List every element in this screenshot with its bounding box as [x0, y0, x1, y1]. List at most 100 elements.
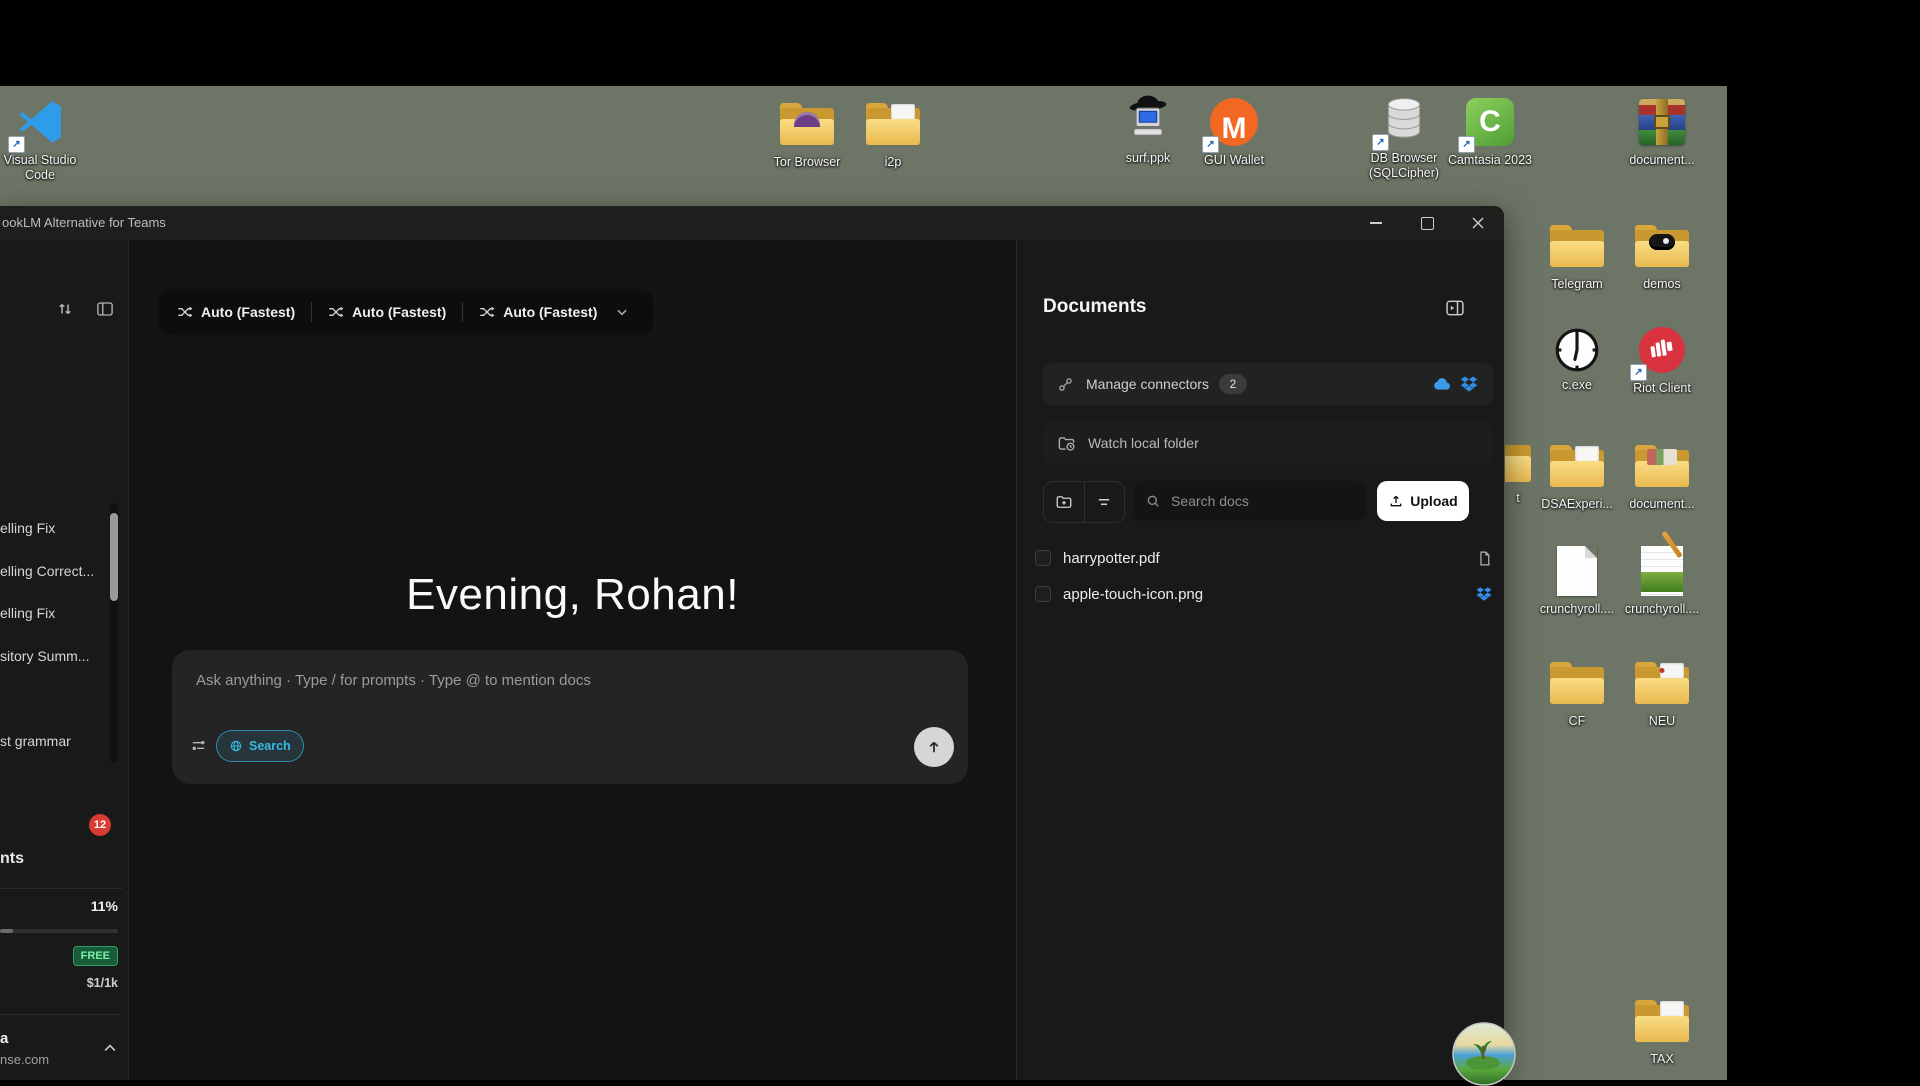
desktop-icon-c-exe[interactable]: c.exe: [1533, 325, 1621, 393]
composer-settings-icon[interactable]: [190, 737, 207, 754]
account-name[interactable]: a: [0, 1030, 8, 1047]
putty-spy-icon: [1119, 92, 1177, 148]
database-icon: ↗: [1375, 92, 1433, 148]
filter-icon: [1095, 493, 1113, 511]
desktop-icon-label: document...: [1629, 497, 1694, 512]
shuffle-icon: [479, 304, 495, 320]
desktop-icon-document-archive[interactable]: document...: [1618, 94, 1706, 168]
file-icon: [1476, 550, 1493, 567]
prompt-composer[interactable]: Ask anything · Type / for prompts · Type…: [172, 650, 968, 784]
model-selector-bar: Auto (Fastest) Auto (Fastest) Auto (Fast…: [159, 291, 653, 333]
sidebar-section-label[interactable]: nts: [0, 850, 24, 868]
sidebar-item-chat[interactable]: elling Correct...: [0, 561, 112, 581]
desktop-icon-document-folder[interactable]: document...: [1618, 438, 1706, 512]
blank-document-icon: [1548, 543, 1606, 599]
dropbox-icon[interactable]: [1459, 374, 1479, 394]
account-email: nse.com: [0, 1052, 49, 1067]
web-search-label: Search: [249, 739, 291, 753]
sort-icon[interactable]: [56, 300, 74, 318]
upload-button[interactable]: Upload: [1377, 481, 1469, 521]
usage-percent: 11%: [91, 898, 118, 914]
folder-with-paper-icon: [1633, 655, 1691, 711]
notepad-image-icon: [1633, 543, 1691, 599]
minimize-button[interactable]: [1356, 208, 1396, 238]
desktop-icon-crunchyroll-note[interactable]: crunchyroll....: [1618, 543, 1706, 617]
cloud-icon[interactable]: [1431, 376, 1453, 392]
web-search-toggle[interactable]: Search: [216, 730, 304, 762]
collapse-sidebar-icon[interactable]: [96, 300, 114, 318]
search-docs-input[interactable]: [1169, 492, 1333, 510]
file-row[interactable]: apple-touch-icon.png: [1035, 578, 1493, 610]
model-selector[interactable]: Auto (Fastest): [324, 304, 450, 320]
desktop-icon-surf-ppk[interactable]: surf.ppk: [1104, 92, 1192, 166]
desktop-icon-label: GUI Wallet: [1204, 153, 1264, 168]
collapse-panel-icon[interactable]: [1445, 298, 1465, 318]
desktop-icon-tor-browser[interactable]: Tor Browser: [763, 96, 851, 170]
chevron-up-icon[interactable]: [102, 1040, 118, 1056]
new-folder-button[interactable]: [1044, 482, 1084, 522]
shortcut-arrow-icon: ↗: [1458, 136, 1475, 153]
search-docs-field[interactable]: [1133, 481, 1367, 521]
desktop-icon-dsaexperiments[interactable]: DSAExperi...: [1533, 438, 1621, 512]
composer-placeholder: Ask anything · Type / for prompts · Type…: [196, 672, 591, 689]
desktop-icon-cf[interactable]: CF: [1533, 655, 1621, 729]
folder-plus-icon: [1055, 493, 1073, 511]
sidebar-scrollbar-thumb[interactable]: [110, 513, 118, 601]
sidebar-item-chat[interactable]: elling Fix: [0, 518, 112, 538]
chevron-down-icon[interactable]: [615, 305, 629, 319]
sidebar: elling Fix elling Correct... elling Fix …: [0, 240, 129, 1080]
divider: [0, 888, 122, 889]
filter-button[interactable]: [1084, 482, 1125, 522]
riot-fist-icon: ↗: [1633, 322, 1691, 378]
island-logo-icon[interactable]: [1452, 1022, 1516, 1086]
folder-icon: [1548, 655, 1606, 711]
desktop-icon-demos[interactable]: demos: [1618, 218, 1706, 292]
watch-local-folder-row[interactable]: Watch local folder: [1043, 421, 1493, 465]
documents-panel: Documents Manage connectors 2 Watch loca…: [1016, 240, 1504, 1080]
desktop-icon-tax[interactable]: TAX: [1618, 993, 1706, 1067]
desktop-icon-label: c.exe: [1562, 378, 1592, 393]
desktop-icon-gui-wallet[interactable]: M ↗ GUI Wallet: [1190, 94, 1278, 168]
sidebar-item-chat[interactable]: elling Fix: [0, 603, 112, 623]
folder-with-paper-icon: [1548, 438, 1606, 494]
winrar-archive-icon: [1633, 94, 1691, 150]
model-label: Auto (Fastest): [503, 304, 597, 320]
desktop-icon-label: Visual Studio Code: [0, 153, 84, 183]
sidebar-item-chat[interactable]: sitory Summ...: [0, 646, 112, 666]
close-button[interactable]: [1458, 208, 1498, 238]
send-button[interactable]: [914, 727, 954, 767]
desktop-icon-label: crunchyroll....: [1625, 602, 1699, 617]
desktop-icon-label: surf.ppk: [1126, 151, 1170, 166]
demos-folder-icon: [1633, 218, 1691, 274]
desktop-icon-visual-studio-code[interactable]: ↗ Visual Studio Code: [0, 94, 84, 183]
file-name: apple-touch-icon.png: [1063, 586, 1463, 603]
globe-icon: [229, 739, 243, 753]
desktop-icon-db-browser[interactable]: ↗ DB Browser (SQLCipher): [1360, 92, 1448, 181]
manage-connectors-row[interactable]: Manage connectors 2: [1043, 363, 1493, 405]
desktop-icon-riot-client[interactable]: ↗ Riot Client: [1618, 322, 1706, 396]
file-checkbox[interactable]: [1035, 550, 1051, 566]
desktop-icon-i2p[interactable]: i2p: [849, 96, 937, 170]
desktop-icon-telegram[interactable]: Telegram: [1533, 218, 1621, 292]
notifications-badge: 12: [89, 814, 111, 836]
maximize-button[interactable]: [1407, 208, 1447, 238]
window-titlebar[interactable]: ookLM Alternative for Teams: [0, 206, 1504, 240]
desktop-icon-camtasia[interactable]: C ↗ Camtasia 2023: [1446, 94, 1534, 168]
desktop-icon-partial-folder[interactable]: [1505, 440, 1533, 484]
arrow-up-icon: [925, 738, 943, 756]
plan-badge: FREE: [73, 946, 118, 966]
documents-header: Documents: [1043, 296, 1146, 318]
desktop-icon-crunchyroll-file[interactable]: crunchyroll....: [1533, 543, 1621, 617]
file-name: harrypotter.pdf: [1063, 550, 1464, 567]
model-selector[interactable]: Auto (Fastest): [173, 304, 299, 320]
desktop-icon-neu[interactable]: NEU: [1618, 655, 1706, 729]
desktop-icon-label: DSAExperi...: [1541, 497, 1613, 512]
desktop-icon-label: NEU: [1649, 714, 1675, 729]
desktop-icon-label: Tor Browser: [774, 155, 841, 170]
file-row[interactable]: harrypotter.pdf: [1035, 542, 1493, 574]
model-selector[interactable]: Auto (Fastest): [475, 304, 601, 320]
shortcut-arrow-icon: ↗: [8, 136, 25, 153]
sidebar-item-chat[interactable]: st grammar: [0, 731, 112, 751]
file-checkbox[interactable]: [1035, 586, 1051, 602]
monero-icon: M ↗: [1205, 94, 1263, 150]
